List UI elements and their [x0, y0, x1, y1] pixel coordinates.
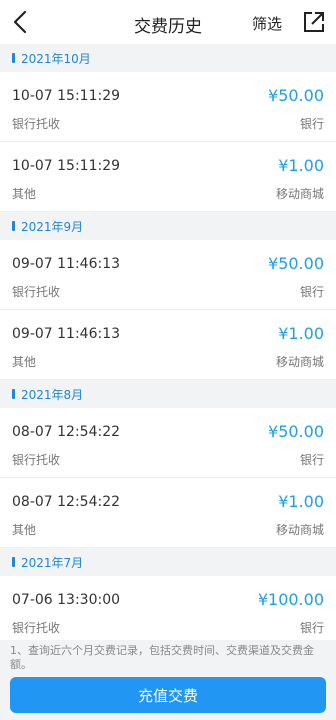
month-label: 2021年9月	[21, 219, 84, 234]
record-channel: 移动商城	[275, 187, 324, 201]
month-label: 2021年10月	[21, 51, 91, 66]
record-datetime: 09-07 11:46:13	[12, 256, 121, 272]
record-datetime: 08-07 12:54:22	[12, 494, 121, 510]
record-channel: 银行	[299, 621, 324, 635]
record-type: 银行托收	[12, 285, 61, 299]
month-header: 2021年7月	[0, 548, 336, 576]
record-datetime: 07-06 13:30:00	[12, 592, 121, 608]
record-type: 其他	[12, 355, 37, 369]
back-chevron-left-icon[interactable]	[8, 8, 36, 36]
record-amount: ¥1.00	[278, 492, 324, 511]
record-channel: 移动商城	[275, 523, 324, 537]
record-type: 银行托收	[12, 117, 61, 131]
record-amount: ¥50.00	[268, 254, 324, 273]
record-channel: 银行	[299, 285, 324, 299]
record-amount: ¥50.00	[268, 86, 324, 105]
record-channel: 移动商城	[275, 355, 324, 369]
payment-record[interactable]: 09-07 11:46:13 ¥1.00 其他 移动商城	[0, 310, 336, 380]
month-marker-bar	[12, 557, 15, 567]
month-header: 2021年8月	[0, 380, 336, 408]
record-amount: ¥1.00	[278, 156, 324, 175]
month-header: 2021年9月	[0, 212, 336, 240]
payment-record[interactable]: 08-07 12:54:22 ¥50.00 银行托收 银行	[0, 408, 336, 478]
month-marker-bar	[12, 53, 15, 63]
record-type: 其他	[12, 523, 37, 537]
payment-record[interactable]: 10-07 15:11:29 ¥50.00 银行托收 银行	[0, 72, 336, 142]
month-label: 2021年7月	[21, 555, 84, 570]
payment-record[interactable]: 09-07 11:46:13 ¥50.00 银行托收 银行	[0, 240, 336, 310]
record-datetime: 10-07 15:11:29	[12, 158, 121, 174]
record-channel: 银行	[299, 453, 324, 467]
footnote-text: 1、查询近六个月交费记录，包括交费时间、交费渠道及交费金额。	[0, 640, 336, 676]
record-amount: ¥50.00	[268, 422, 324, 441]
filter-button[interactable]: 筛选	[252, 13, 282, 34]
payment-record[interactable]: 07-06 13:30:00 ¥100.00 银行托收 银行	[0, 576, 336, 640]
payment-record[interactable]: 08-07 12:54:22 ¥1.00 其他 移动商城	[0, 478, 336, 548]
month-header: 2021年10月	[0, 44, 336, 72]
month-marker-bar	[12, 389, 15, 399]
record-datetime: 10-07 15:11:29	[12, 88, 121, 104]
payment-history-list[interactable]: 2021年10月 10-07 15:11:29 ¥50.00 银行托收 银行 10-07 …	[0, 44, 336, 640]
record-type: 银行托收	[12, 453, 61, 467]
page-title: 交费历史	[134, 17, 202, 37]
record-type: 银行托收	[12, 621, 61, 635]
record-amount: ¥100.00	[257, 590, 324, 609]
recharge-button[interactable]: 充值交费	[10, 677, 326, 713]
top-bar: 交费历史 筛选	[0, 0, 336, 44]
record-channel: 银行	[299, 117, 324, 131]
month-label: 2021年8月	[21, 387, 84, 402]
record-datetime: 09-07 11:46:13	[12, 326, 121, 342]
payment-record[interactable]: 10-07 15:11:29 ¥1.00 其他 移动商城	[0, 142, 336, 212]
record-type: 其他	[12, 187, 37, 201]
month-marker-bar	[12, 221, 15, 231]
share-out-icon[interactable]	[300, 8, 328, 36]
record-datetime: 08-07 12:54:22	[12, 424, 121, 440]
record-amount: ¥1.00	[278, 324, 324, 343]
